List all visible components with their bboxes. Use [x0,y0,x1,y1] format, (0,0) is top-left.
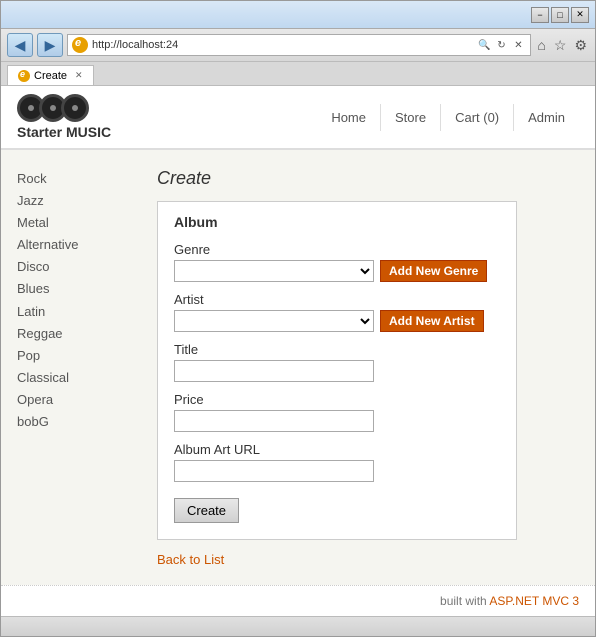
genre-label: Genre [174,242,500,257]
price-label: Price [174,392,500,407]
footer-highlight: ASP.NET MVC 3 [489,594,579,608]
tab-bar: Create ✕ [1,62,595,86]
sidebar-item-bobg[interactable]: bobG [17,411,125,433]
address-refresh-btn[interactable]: ↻ [493,36,509,54]
title-bar: − □ ✕ [1,1,595,29]
tab-ie-icon [18,70,30,82]
address-text: http://localhost:24 [92,39,472,51]
sidebar: Rock Jazz Metal Alternative Disco Blues … [1,160,141,575]
disc-3 [61,94,89,122]
browser-toolbar: ◀ ▶ http://localhost:24 🔍 ↻ ✕ ⌂ ☆ ⚙ [1,29,595,62]
close-button[interactable]: ✕ [571,7,589,23]
genre-row: Add New Genre [174,260,500,282]
footer-text: built with [440,594,489,608]
sidebar-item-classical[interactable]: Classical [17,367,125,389]
genre-select[interactable] [174,260,374,282]
sidebar-item-rock[interactable]: Rock [17,168,125,190]
title-input[interactable] [174,360,374,382]
sidebar-item-jazz[interactable]: Jazz [17,190,125,212]
artist-label: Artist [174,292,500,307]
browser-window: − □ ✕ ◀ ▶ http://localhost:24 🔍 ↻ ✕ ⌂ ☆ … [0,0,596,637]
artist-row: Add New Artist [174,310,500,332]
back-to-list-link[interactable]: Back to List [157,552,224,567]
add-genre-button[interactable]: Add New Genre [380,260,487,282]
home-icon[interactable]: ⌂ [535,37,547,53]
content-area: Create Album Genre Add New Genre Artist [141,160,595,575]
create-button[interactable]: Create [174,498,239,523]
site-nav: Home Store Cart (0) Admin [317,104,579,131]
restore-button[interactable]: □ [551,7,569,23]
genre-group: Genre Add New Genre [174,242,500,282]
artist-group: Artist Add New Artist [174,292,500,332]
forward-button[interactable]: ▶ [37,33,63,57]
favorites-icon[interactable]: ☆ [552,37,569,54]
sidebar-item-alternative[interactable]: Alternative [17,234,125,256]
tab-close-button[interactable]: ✕ [75,70,83,81]
nav-store[interactable]: Store [381,104,441,131]
album-art-input[interactable] [174,460,374,482]
page-content: Starter MUSIC Home Store Cart (0) Admin … [1,86,595,616]
logo-area: Starter MUSIC [17,94,111,140]
window-controls: − □ ✕ [531,7,589,23]
page-title: Create [157,168,579,189]
tab-title: Create [34,70,67,82]
site-footer: built with ASP.NET MVC 3 [1,585,595,616]
toolbar-icons: ⌂ ☆ ⚙ [535,37,589,54]
browser-tab[interactable]: Create ✕ [7,65,94,85]
back-button[interactable]: ◀ [7,33,33,57]
logo-discs [17,94,89,122]
status-bar [1,616,595,636]
address-search-btn[interactable]: 🔍 [476,36,492,54]
artist-select[interactable] [174,310,374,332]
sidebar-item-pop[interactable]: Pop [17,345,125,367]
title-group: Title [174,342,500,382]
album-art-group: Album Art URL [174,442,500,482]
main-layout: Rock Jazz Metal Alternative Disco Blues … [1,150,595,585]
ie-icon [72,37,88,53]
album-form-box: Album Genre Add New Genre Artist [157,201,517,540]
sidebar-item-latin[interactable]: Latin [17,301,125,323]
sidebar-item-opera[interactable]: Opera [17,389,125,411]
nav-admin[interactable]: Admin [514,104,579,131]
price-input[interactable] [174,410,374,432]
site-title: Starter MUSIC [17,124,111,140]
settings-icon[interactable]: ⚙ [572,37,589,54]
sidebar-item-blues[interactable]: Blues [17,278,125,300]
sidebar-item-disco[interactable]: Disco [17,256,125,278]
address-stop-btn[interactable]: ✕ [510,36,526,54]
sidebar-item-metal[interactable]: Metal [17,212,125,234]
minimize-button[interactable]: − [531,7,549,23]
address-bar[interactable]: http://localhost:24 🔍 ↻ ✕ [67,34,531,56]
add-artist-button[interactable]: Add New Artist [380,310,484,332]
form-box-title: Album [174,214,500,230]
nav-cart[interactable]: Cart (0) [441,104,514,131]
price-group: Price [174,392,500,432]
album-art-label: Album Art URL [174,442,500,457]
sidebar-item-reggae[interactable]: Reggae [17,323,125,345]
site-header: Starter MUSIC Home Store Cart (0) Admin [1,86,595,150]
title-label: Title [174,342,500,357]
address-actions: 🔍 ↻ ✕ [476,36,526,54]
nav-home[interactable]: Home [317,104,381,131]
